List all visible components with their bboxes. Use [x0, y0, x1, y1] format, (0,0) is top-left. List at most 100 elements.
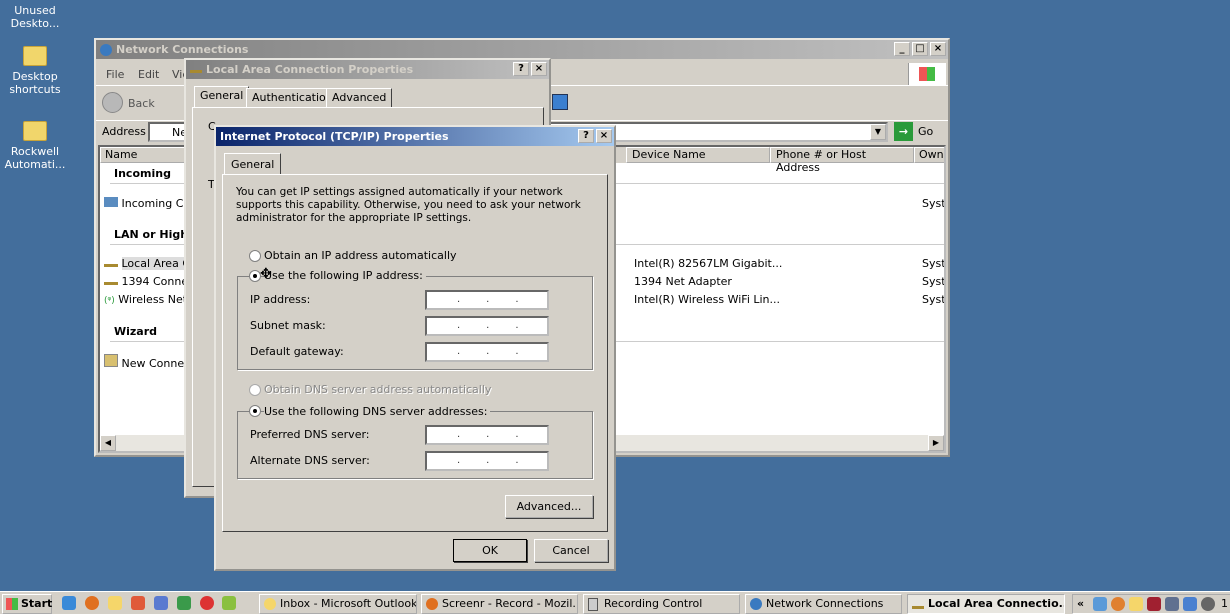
preferred-dns-label: Preferred DNS server:: [250, 428, 370, 441]
list-item[interactable]: New Connect: [104, 354, 194, 370]
mcafee-icon[interactable]: [1147, 597, 1161, 611]
preferred-dns-input[interactable]: ...: [425, 425, 549, 445]
outlook-icon: [264, 598, 276, 610]
ok-button[interactable]: OK: [453, 539, 527, 562]
task-outlook[interactable]: Inbox - Microsoft Outlook: [259, 594, 417, 614]
title-bar[interactable]: Network Connections _ □ ×: [96, 40, 948, 59]
lan-icon: [104, 275, 118, 285]
advanced-button[interactable]: Advanced...: [505, 495, 593, 518]
powerpoint-icon[interactable]: [131, 596, 145, 610]
item-owner: Syste: [922, 197, 946, 210]
obtain-dns-label: Obtain DNS server address automatically: [264, 383, 492, 396]
obtain-ip-radio[interactable]: [249, 250, 261, 262]
dropdown-arrow-icon[interactable]: ▼: [870, 124, 886, 140]
chrome-icon[interactable]: [200, 596, 214, 610]
excel-icon[interactable]: [177, 596, 191, 610]
network-tray-icon[interactable]: [1183, 597, 1197, 611]
ip-address-input[interactable]: ...: [425, 290, 549, 310]
default-gateway-input[interactable]: ...: [425, 342, 549, 362]
notification-icon[interactable]: [1111, 597, 1125, 611]
column-header-device[interactable]: Device Name: [626, 147, 770, 163]
speaker-icon[interactable]: [1201, 597, 1215, 611]
go-arrow-icon: →: [894, 122, 913, 141]
cancel-button[interactable]: Cancel: [534, 539, 608, 562]
task-screenr[interactable]: Screenr - Record - Mozil...: [421, 594, 578, 614]
alternate-dns-label: Alternate DNS server:: [250, 454, 370, 467]
title-bar[interactable]: Local Area Connection Properties ? ×: [186, 60, 549, 79]
close-button[interactable]: ×: [596, 129, 612, 143]
back-label: Back: [128, 97, 155, 110]
windows-logo-icon: [908, 63, 946, 85]
firefox-icon: [426, 598, 438, 610]
item-owner: Syste: [922, 275, 946, 288]
clock[interactable]: 1: [1221, 597, 1228, 610]
firefox-icon[interactable]: [85, 596, 99, 610]
network-disconnected-icon[interactable]: [1165, 597, 1179, 611]
folder-icon: [23, 46, 47, 66]
obtain-ip-label[interactable]: Obtain an IP address automatically: [264, 249, 457, 262]
network-icon: [100, 44, 112, 56]
views-button[interactable]: [552, 94, 568, 110]
tcpip-properties-dialog: Internet Protocol (TCP/IP) Properties ? …: [214, 125, 616, 571]
task-lan-properties[interactable]: Local Area Connectio...: [907, 594, 1065, 614]
picasa-icon[interactable]: [222, 596, 236, 610]
address-label: Address: [102, 125, 146, 138]
start-label: Start: [21, 597, 53, 610]
outlook-icon[interactable]: [108, 596, 122, 610]
item-device: Intel(R) 82567LM Gigabit...: [634, 257, 783, 270]
column-header-name[interactable]: Name: [100, 147, 190, 163]
tab-advanced[interactable]: Advanced: [326, 88, 393, 108]
network-icon: [750, 598, 762, 610]
desktop-icon-rockwell[interactable]: Rockwell Automati...: [0, 121, 70, 171]
desktop-icon-label: Rockwell Automati...: [4, 145, 66, 171]
subnet-mask-input[interactable]: ...: [425, 316, 549, 336]
move-cursor-icon: ✥: [260, 266, 272, 282]
title-bar[interactable]: Internet Protocol (TCP/IP) Properties ? …: [216, 127, 614, 146]
ie-icon[interactable]: [62, 596, 76, 610]
column-header-owner[interactable]: Owne: [914, 147, 944, 163]
system-tray: « 1: [1072, 594, 1230, 614]
ip-address-label: IP address:: [250, 293, 311, 306]
minimize-button[interactable]: _: [894, 42, 910, 56]
use-ip-label[interactable]: Use the following IP address:: [264, 269, 426, 282]
tab-general[interactable]: General: [224, 153, 282, 175]
dropbox-icon[interactable]: [1093, 597, 1107, 611]
default-gateway-label: Default gateway:: [250, 345, 344, 358]
start-button[interactable]: Start: [2, 594, 52, 614]
menu-edit[interactable]: Edit: [138, 68, 159, 81]
desktop-icon-unused[interactable]: Unused Deskto...: [0, 4, 70, 30]
use-dns-label[interactable]: Use the following DNS server addresses:: [264, 405, 491, 418]
alternate-dns-input[interactable]: ...: [425, 451, 549, 471]
recording-icon: [588, 598, 598, 611]
help-button[interactable]: ?: [578, 129, 594, 143]
desktop-icon-shortcuts[interactable]: Desktop shortcuts: [0, 46, 70, 96]
close-button[interactable]: ×: [930, 42, 946, 56]
wireless-icon: (ᵠ): [104, 296, 115, 306]
task-label: Recording Control: [604, 597, 703, 610]
word-icon[interactable]: [154, 596, 168, 610]
tray-expand-button[interactable]: «: [1077, 597, 1084, 610]
dialog-title: Local Area Connection Properties: [206, 63, 414, 76]
task-recording-control[interactable]: Recording Control: [583, 594, 740, 614]
back-button[interactable]: Back: [102, 92, 172, 114]
close-button[interactable]: ×: [531, 62, 547, 76]
tab-general[interactable]: General: [194, 86, 250, 108]
window-title: Network Connections: [116, 43, 249, 56]
group-wizard: Wizard: [114, 325, 158, 338]
use-dns-radio[interactable]: [249, 405, 261, 417]
new-connection-wizard-icon: [104, 354, 118, 367]
task-label: Network Connections: [766, 597, 884, 610]
menu-file[interactable]: File: [106, 68, 124, 81]
column-header-phone[interactable]: Phone # or Host Address: [770, 147, 914, 174]
go-button[interactable]: → Go: [894, 122, 940, 142]
dialog-title: Internet Protocol (TCP/IP) Properties: [220, 130, 449, 143]
task-network-connections[interactable]: Network Connections: [745, 594, 902, 614]
help-button[interactable]: ?: [513, 62, 529, 76]
outlook-tray-icon[interactable]: [1129, 597, 1143, 611]
lan-icon: [912, 599, 924, 609]
tab-authentication[interactable]: Authentication: [246, 88, 339, 108]
maximize-button[interactable]: □: [912, 42, 928, 56]
scroll-left-button[interactable]: ◀: [100, 435, 116, 451]
go-label: Go: [918, 125, 934, 138]
scroll-right-button[interactable]: ▶: [928, 435, 944, 451]
